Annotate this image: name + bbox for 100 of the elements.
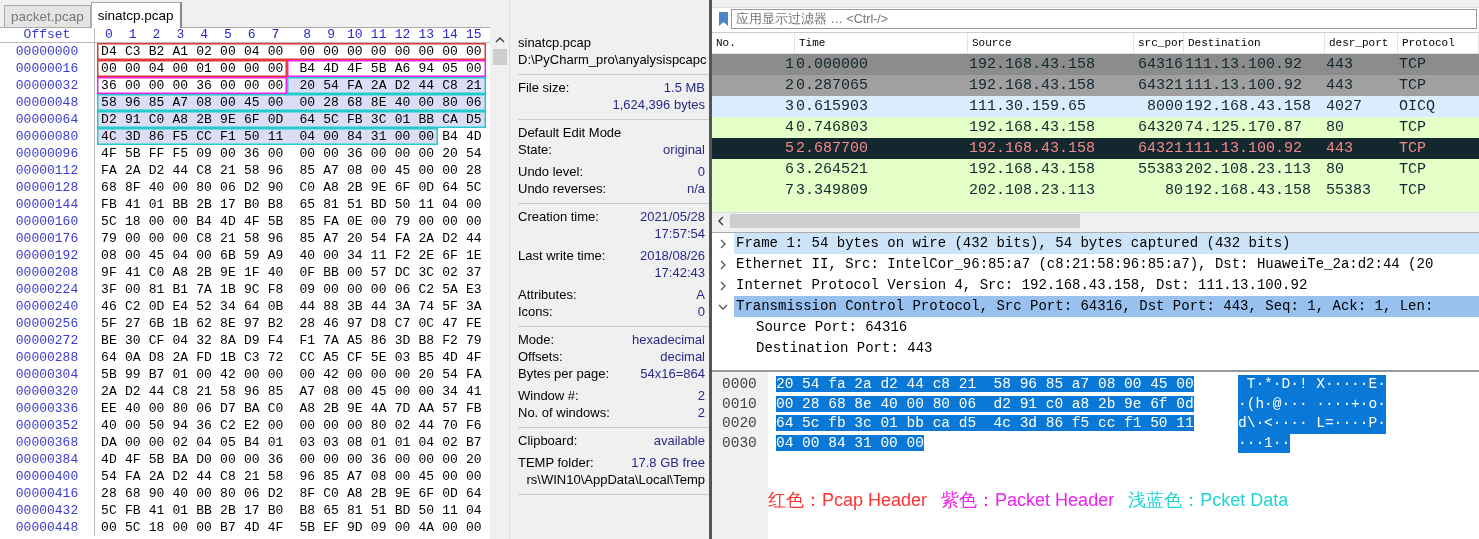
hex-byte: 58 — [242, 162, 261, 179]
hex-byte: BE — [100, 332, 118, 349]
hex-byte: 00 — [123, 230, 142, 247]
scrollbar-thumb[interactable] — [730, 213, 1080, 228]
hex-byte: 08 — [369, 468, 388, 485]
tree-item[interactable]: Ethernet II, Src: IntelCor_96:85:a7 (c8:21:58:96:85:a7), Dst: HuaweiTe_2a:d2:44 (20 — [734, 254, 1479, 275]
hex-byte: 06 — [219, 179, 237, 196]
packet-row[interactable]: 3 0.615903 111.30.159.65 8000 192.168.43.158 4027 OICQ — [712, 96, 1479, 117]
hex-byte: 00 — [393, 43, 412, 60]
hex-byte: 42 — [219, 366, 237, 383]
hex-byte: C0 — [266, 400, 285, 417]
table-cell-text: 443 — [1325, 139, 1354, 159]
hex-byte: 00 — [123, 417, 142, 434]
hex-byte: B0 — [242, 196, 261, 213]
hex-byte: 08 — [346, 434, 364, 451]
column-heading: Offset — [0, 28, 95, 42]
hex-byte: 18 — [123, 213, 142, 230]
file-tab[interactable]: sinatcp.pcap — [90, 2, 182, 28]
column-header[interactable]: No. — [712, 33, 795, 53]
hex-byte: 5C — [123, 519, 142, 536]
packet-row[interactable]: 5 2.687700 192.168.43.158 64321111.13.100.92 443 TCP — [712, 138, 1479, 159]
hex-byte: 00 — [369, 366, 388, 383]
hex-byte: 17 — [219, 196, 237, 213]
table-cell-text: 0.000000 — [795, 55, 869, 75]
hex-byte: C8 — [195, 230, 213, 247]
tree-item[interactable]: Frame 1: 54 bytes on wire (432 bits), 54 bytes captured (432 bits) — [734, 233, 1479, 254]
hex-byte: 2A — [417, 230, 436, 247]
scroll-up-icon[interactable] — [494, 36, 505, 43]
hex-byte: 00 — [219, 145, 237, 162]
hex-byte: 97 — [346, 315, 364, 332]
table-cell-text: 192.168.43.158 — [968, 76, 1097, 96]
hex-byte: 45 — [393, 162, 412, 179]
hex-byte: CF — [346, 349, 364, 366]
column-header[interactable]: Destination — [1184, 33, 1325, 53]
horizontal-scrollbar[interactable] — [712, 212, 1479, 228]
hex-byte: 36 — [266, 451, 285, 468]
column-header[interactable]: Time — [795, 33, 968, 53]
filter-field[interactable]: 应用显示过滤器 … <Ctrl-/> — [731, 9, 1477, 29]
hex-byte: 00 — [441, 451, 459, 468]
info-value: 17:42:43 — [654, 264, 705, 281]
chevron-right-icon[interactable] — [718, 280, 728, 291]
column-header[interactable]: Protocol — [1398, 33, 1479, 53]
tree-item[interactable]: Transmission Control Protocol, Src Port: 64316, Dst Port: 443, Seq: 1, Ack: 1, Len: — [734, 296, 1479, 317]
hex-byte: FE — [465, 315, 483, 332]
hex-byte: 4F — [100, 145, 118, 162]
hex-byte: 9F — [100, 264, 118, 281]
hex-byte: 00 — [369, 145, 388, 162]
hex-byte: 64 — [242, 298, 261, 315]
packet-row[interactable]: 10.000000 192.168.43.158 64316 111.13.100.92 443 TCP — [712, 54, 1479, 75]
hex-byte: 94 — [171, 417, 190, 434]
tree-item[interactable]: Source Port: 64316 — [712, 317, 1479, 338]
column-header[interactable]: src_por — [1134, 33, 1184, 53]
info-text: rs\WIN10\AppData\Local\Temp — [526, 471, 705, 488]
hex-byte: C8 — [441, 77, 459, 94]
hex-byte: 79 — [100, 230, 118, 247]
table-cell-text: TCP — [1398, 160, 1427, 180]
table-cell-text: 4027 — [1325, 97, 1363, 117]
column-header[interactable]: Source — [968, 33, 1134, 53]
hex-byte: 41 — [123, 264, 142, 281]
hex-byte: 2A — [369, 77, 388, 94]
chevron-right-icon[interactable] — [718, 238, 728, 249]
info-value: original — [663, 141, 705, 158]
hex-byte: 88 — [322, 298, 340, 315]
hex-byte: DA — [100, 434, 118, 451]
hex-byte: 00 — [171, 77, 190, 94]
hex-byte: 2B — [195, 264, 213, 281]
column-header[interactable]: desr_port — [1325, 33, 1398, 53]
hex-byte: 36 — [242, 145, 261, 162]
info-value: n/a — [686, 180, 705, 197]
info-label: Offsets: — [518, 348, 563, 365]
packet-row[interactable]: 2 0.287065 192.168.43.158 64321111.13.100.92 443 TCP — [712, 75, 1479, 96]
hex-byte: 04 — [465, 502, 483, 519]
hex-byte: BA — [171, 451, 190, 468]
hex-byte: A8 — [346, 485, 364, 502]
hex-byte: 6F — [441, 247, 459, 264]
hex-byte: 00 — [322, 128, 340, 145]
offset-label: 00000224 — [0, 281, 95, 298]
tree-item[interactable]: Destination Port: 443 — [712, 338, 1479, 359]
hex-byte: BD — [369, 196, 388, 213]
hex-byte: 00 — [266, 94, 285, 111]
table-cell-text: 111.13.100.92 — [1184, 76, 1304, 96]
hex-byte: 68 — [100, 179, 118, 196]
offset-label: 00000064 — [0, 111, 95, 128]
chevron-right-icon[interactable] — [718, 259, 728, 270]
hex-byte: 00 — [346, 366, 364, 383]
scroll-left-icon[interactable] — [716, 215, 726, 226]
scrollbar[interactable] — [490, 0, 510, 539]
hex-byte: 00 — [393, 468, 412, 485]
hex-byte: 6B — [219, 247, 237, 264]
hex-byte: 00 — [147, 434, 166, 451]
hex-byte: D2 — [393, 77, 412, 94]
hex-byte: B2 — [266, 315, 285, 332]
file-tab[interactable]: packet.pcap — [4, 5, 91, 27]
hex-byte: 00 — [441, 162, 459, 179]
hex-byte: 86 — [147, 128, 166, 145]
hex-byte: 3A — [465, 298, 483, 315]
hex-byte: B7 — [465, 434, 483, 451]
hex-byte: 00 — [417, 94, 436, 111]
tree-item[interactable]: Internet Protocol Version 4, Src: 192.168.43.158, Dst: 111.13.100.92 — [734, 275, 1479, 296]
scrollbar-thumb[interactable] — [492, 49, 507, 65]
